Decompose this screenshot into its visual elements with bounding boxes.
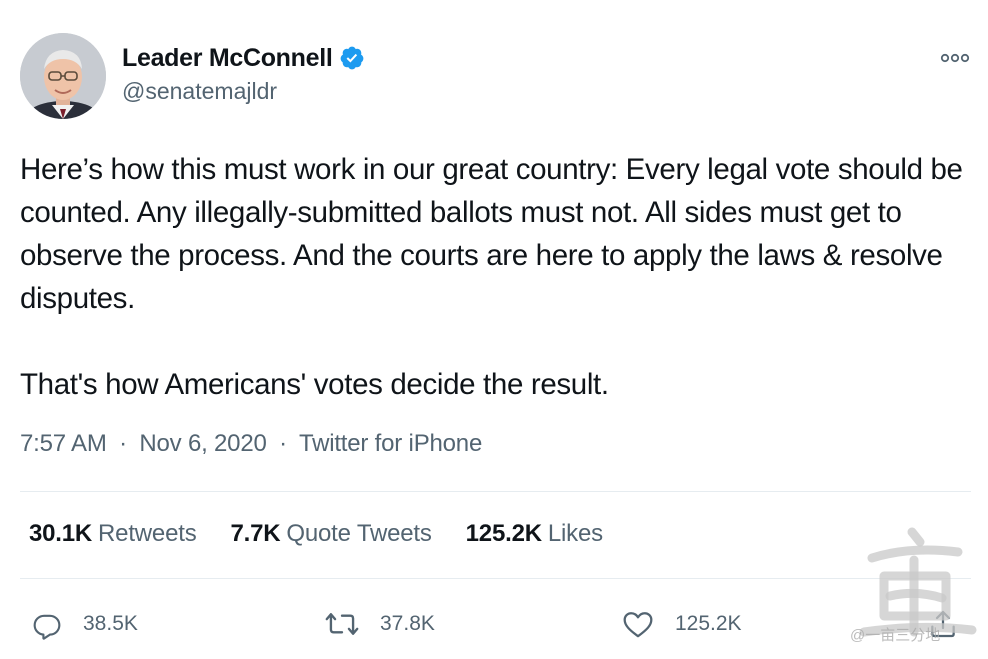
- retweet-count: 37.8K: [380, 612, 435, 635]
- tweet-paragraph: That's how Americans' votes decide the r…: [20, 368, 609, 401]
- tweet-time[interactable]: 7:57 AM: [20, 430, 107, 457]
- likes-count: 125.2K: [465, 520, 542, 547]
- reply-button[interactable]: 38.5K: [30, 602, 138, 646]
- like-button[interactable]: 125.2K: [620, 602, 742, 646]
- reply-count: 38.5K: [83, 612, 138, 635]
- quote-tweets-stat[interactable]: 7.7K Quote Tweets: [231, 520, 432, 548]
- tweet-stats: 30.1K Retweets 7.7K Quote Tweets 125.2K Lik…: [29, 520, 637, 548]
- tweet-text: Here’s how this must work in our great c…: [20, 148, 970, 406]
- watermark-text: @一亩三分地: [850, 627, 941, 644]
- likes-label: Likes: [547, 520, 603, 547]
- retweets-label: Retweets: [98, 520, 197, 547]
- quote-tweets-count: 7.7K: [230, 520, 281, 547]
- tweet-card: Leader McConnell @senatemajldr Here’s ho…: [0, 0, 988, 659]
- author-identity: Leader McConnell @senatemajldr: [122, 42, 365, 105]
- retweet-icon: [325, 613, 359, 635]
- tweet-paragraph: Here’s how this must work in our great c…: [20, 153, 963, 315]
- name-row: Leader McConnell: [122, 42, 365, 74]
- display-name[interactable]: Leader McConnell: [122, 44, 333, 73]
- verified-badge-icon: [339, 45, 365, 71]
- quote-tweets-label: Quote Tweets: [286, 520, 432, 547]
- retweets-stat[interactable]: 30.1K Retweets: [29, 520, 197, 548]
- likes-stat[interactable]: 125.2K Likes: [466, 520, 603, 548]
- author-handle[interactable]: @senatemajldr: [122, 78, 365, 105]
- more-options-icon[interactable]: [938, 48, 972, 68]
- tweet-source[interactable]: Twitter for iPhone: [299, 430, 482, 457]
- avatar-portrait-icon: [20, 33, 106, 119]
- meta-separator: ·: [119, 430, 127, 457]
- action-bar: 38.5K 37.8K 125.2K: [0, 602, 988, 646]
- tweet-meta: 7:57 AM · Nov 6, 2020 · Twitter for iPho…: [20, 430, 482, 458]
- heart-icon: [623, 612, 653, 638]
- divider: [20, 578, 971, 579]
- like-count: 125.2K: [675, 612, 742, 635]
- divider: [20, 491, 971, 492]
- meta-separator: ·: [279, 430, 287, 457]
- retweet-button[interactable]: 37.8K: [324, 602, 435, 646]
- retweets-count: 30.1K: [29, 520, 93, 547]
- tweet-date[interactable]: Nov 6, 2020: [139, 430, 266, 457]
- reply-icon: [33, 614, 61, 640]
- avatar[interactable]: [20, 33, 106, 119]
